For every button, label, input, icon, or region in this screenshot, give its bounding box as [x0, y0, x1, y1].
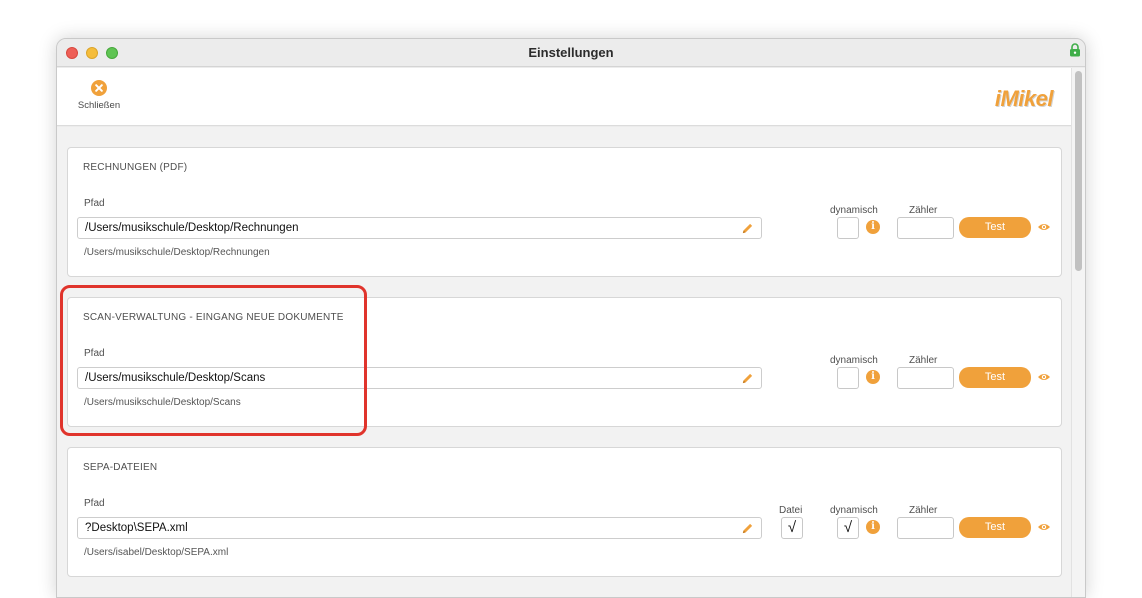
datei-label: Datei	[779, 505, 803, 516]
section-title: RECHNUNGEN (PDF)	[83, 162, 188, 173]
path-value: /Users/musikschule/Desktop/Rechnungen	[85, 222, 299, 234]
dynamisch-label: dynamisch	[830, 505, 878, 516]
test-button[interactable]: Test	[959, 517, 1031, 538]
eye-icon[interactable]	[1037, 522, 1051, 532]
window-title: Einstellungen	[528, 45, 614, 60]
zaehler-input[interactable]	[897, 517, 954, 539]
path-input[interactable]: ?Desktop\SEPA.xml	[77, 517, 762, 539]
test-button[interactable]: Test	[959, 367, 1031, 388]
pencil-icon[interactable]	[741, 372, 754, 385]
section-sepa-dateien: SEPA-DATEIEN Pfad ?Desktop\SEPA.xml /Use…	[67, 447, 1062, 577]
dynamisch-checkbox[interactable]	[837, 367, 859, 389]
info-icon[interactable]: i	[866, 370, 880, 384]
dynamisch-checkbox[interactable]	[837, 217, 859, 239]
scrollbar-thumb[interactable]	[1075, 71, 1082, 271]
close-settings-label: Schließen	[77, 100, 121, 111]
zaehler-input[interactable]	[897, 367, 954, 389]
title-bar: Einstellungen	[57, 39, 1085, 67]
dynamisch-checkbox[interactable]: √	[837, 517, 859, 539]
minimize-window-button[interactable]	[86, 47, 98, 59]
section-title: SEPA-DATEIEN	[83, 462, 158, 473]
section-rechnungen: RECHNUNGEN (PDF) Pfad /Users/musikschule…	[67, 147, 1062, 277]
datei-checkbox[interactable]: √	[781, 517, 803, 539]
test-button[interactable]: Test	[959, 217, 1031, 238]
toolbar: Schließen iMikel	[57, 68, 1071, 126]
logo-text: iMikel	[994, 86, 1054, 111]
highlight-box	[60, 285, 367, 436]
pencil-icon[interactable]	[741, 222, 754, 235]
info-icon[interactable]: i	[866, 220, 880, 234]
vertical-scrollbar[interactable]	[1071, 68, 1085, 597]
eye-icon[interactable]	[1037, 372, 1051, 382]
window-controls	[66, 47, 118, 59]
pencil-icon[interactable]	[741, 522, 754, 535]
info-icon[interactable]: i	[866, 520, 880, 534]
dynamisch-label: dynamisch	[830, 355, 878, 366]
close-settings-button[interactable]: Schließen	[71, 80, 127, 111]
dynamisch-label: dynamisch	[830, 205, 878, 216]
close-window-button[interactable]	[66, 47, 78, 59]
path-label: Pfad	[84, 198, 105, 209]
maximize-window-button[interactable]	[106, 47, 118, 59]
zaehler-label: Zähler	[909, 205, 938, 216]
zaehler-input[interactable]	[897, 217, 954, 239]
path-input[interactable]: /Users/musikschule/Desktop/Rechnungen	[77, 217, 762, 239]
close-icon	[91, 80, 107, 96]
zaehler-label: Zähler	[909, 505, 938, 516]
eye-icon[interactable]	[1037, 222, 1051, 232]
imikel-logo: iMikel	[994, 82, 1054, 112]
lock-icon	[1070, 43, 1080, 57]
resolved-path: /Users/isabel/Desktop/SEPA.xml	[84, 547, 229, 558]
path-label: Pfad	[84, 498, 105, 509]
path-value: ?Desktop\SEPA.xml	[85, 522, 188, 534]
resolved-path: /Users/musikschule/Desktop/Rechnungen	[84, 247, 270, 258]
zaehler-label: Zähler	[909, 355, 938, 366]
